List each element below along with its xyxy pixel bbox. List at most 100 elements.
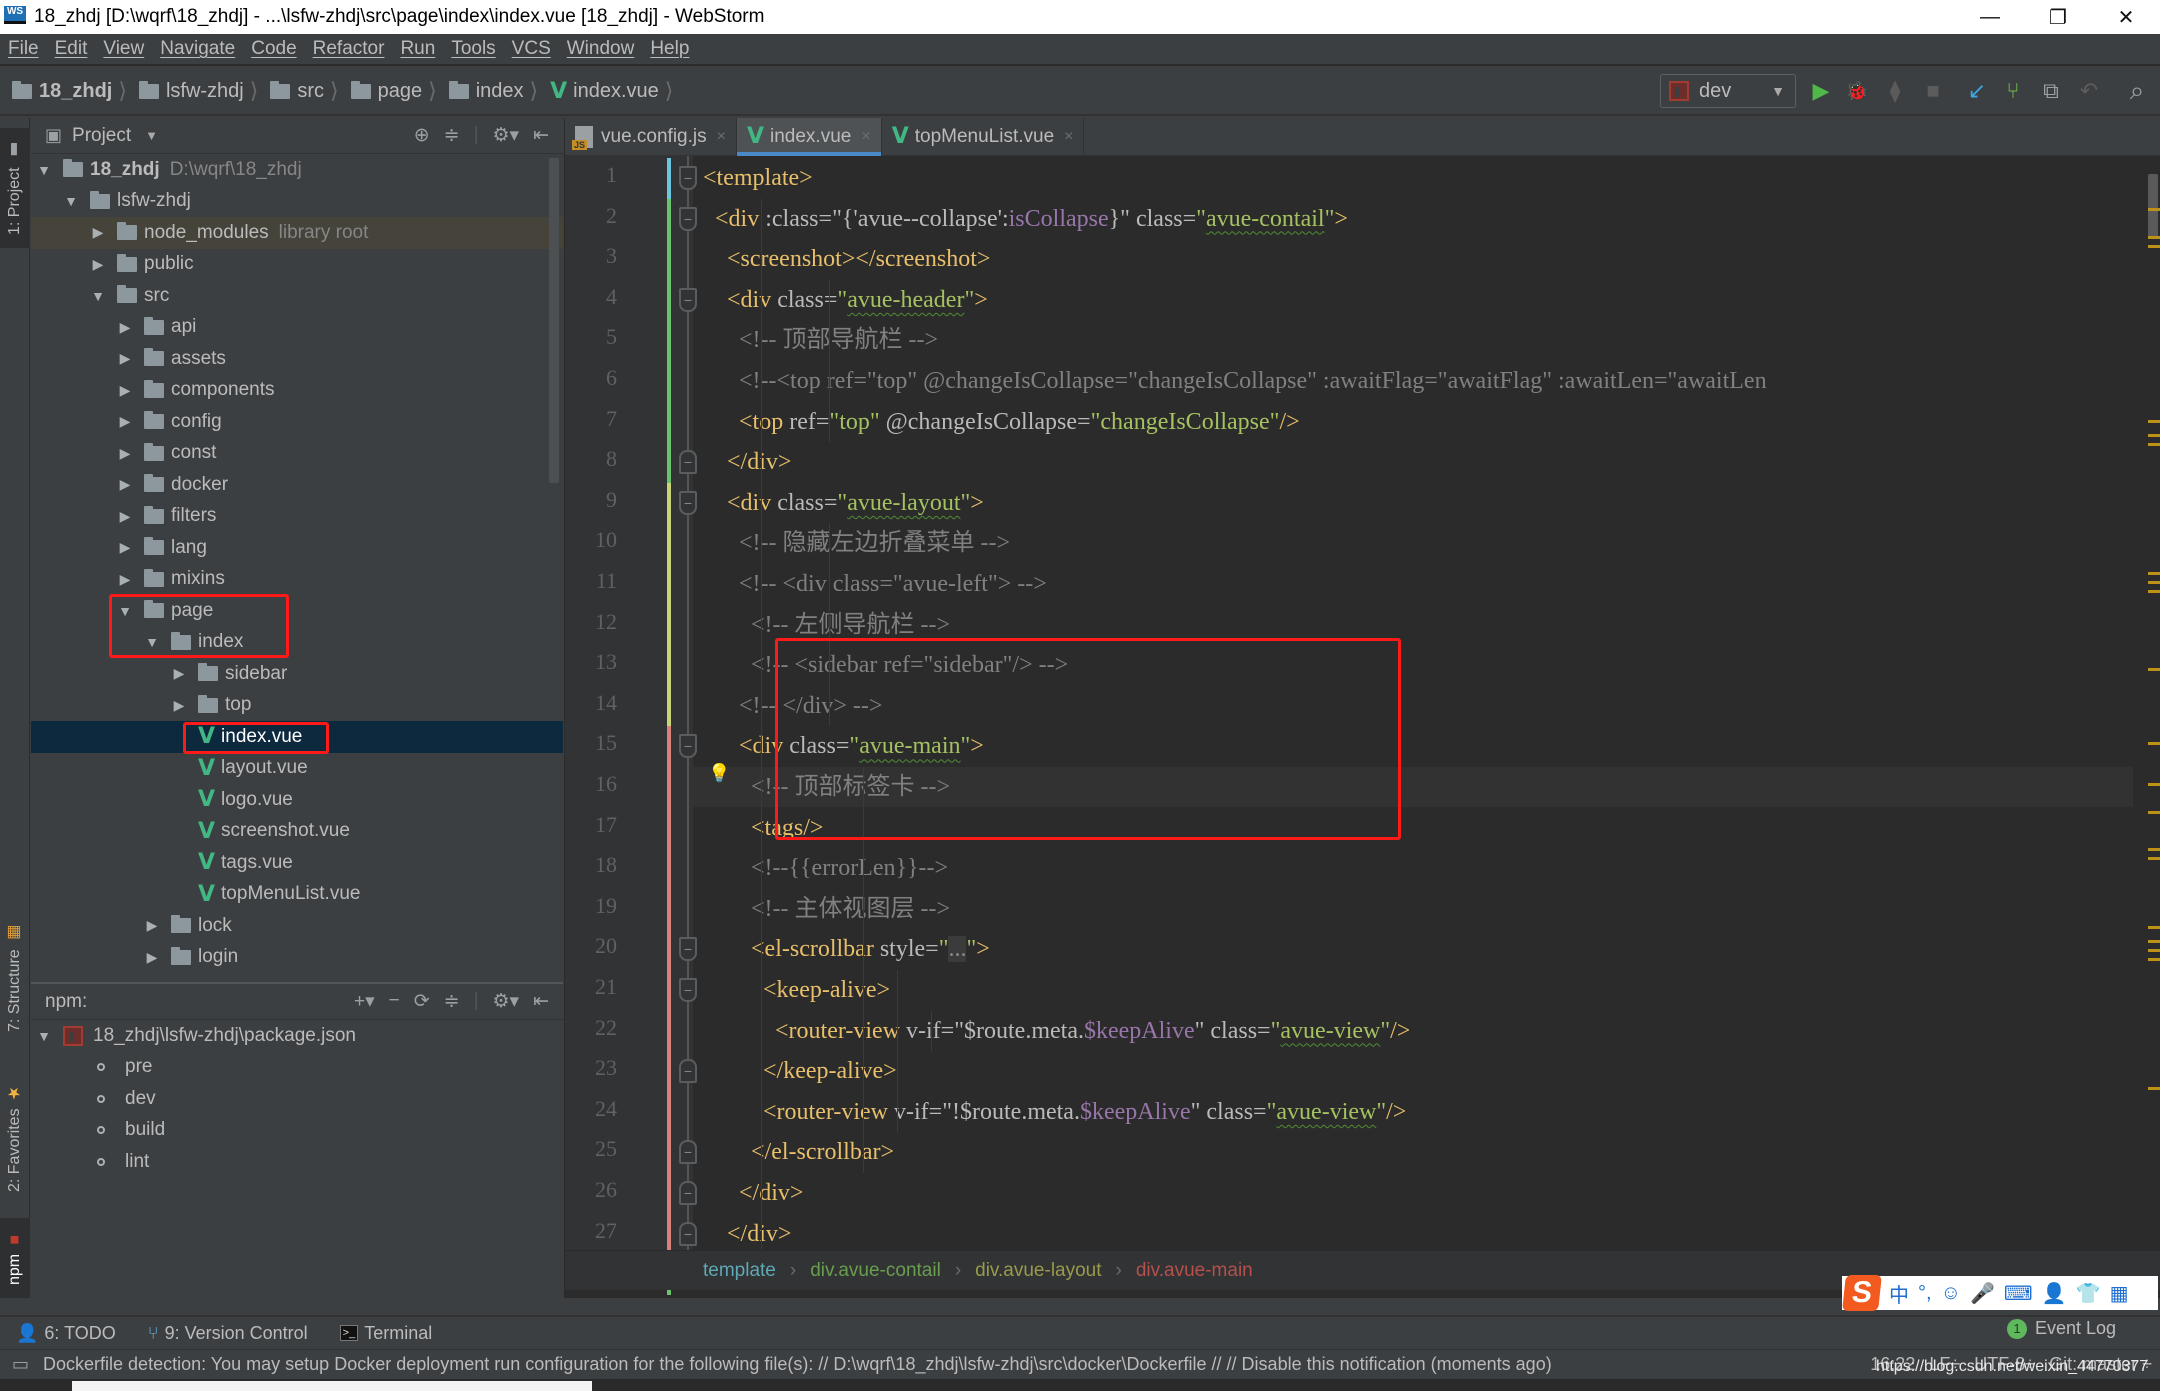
warning-marker[interactable]: [2148, 236, 2160, 239]
code-line[interactable]: </div>: [693, 442, 791, 482]
npm-tool-tab[interactable]: npm ■: [0, 1218, 30, 1298]
tree-item[interactable]: ▶ lang: [31, 532, 563, 564]
code-line[interactable]: <keep-alive>: [693, 970, 890, 1010]
breadcrumb-item[interactable]: 18_zhdj ⟩: [0, 78, 127, 104]
vcs-change-marker[interactable]: [667, 482, 671, 727]
expanded-arrow-icon[interactable]: ▼: [64, 193, 78, 209]
tree-item[interactable]: Vtags.vue: [31, 847, 563, 879]
npm-script-item[interactable]: lint: [31, 1146, 563, 1178]
code-line[interactable]: <!--{{errorLen}}-->: [693, 848, 948, 888]
code-line[interactable]: <!-- 主体视图层 -->: [693, 889, 950, 929]
emoji-icon[interactable]: ☺: [1941, 1282, 1961, 1305]
expanded-arrow-icon[interactable]: ▼: [37, 162, 51, 178]
expanded-arrow-icon[interactable]: ▼: [91, 288, 105, 304]
tree-item[interactable]: Vindex.vue: [31, 721, 563, 753]
stop-icon[interactable]: ■: [1918, 76, 1948, 106]
warning-marker[interactable]: [2148, 958, 2160, 962]
chevron-down-icon[interactable]: ▼: [145, 128, 158, 143]
warning-marker[interactable]: [2148, 208, 2160, 212]
code-line[interactable]: <!--<top ref="top" @changeIsCollapse="ch…: [693, 361, 1767, 401]
warning-marker[interactable]: [2148, 571, 2160, 575]
run-icon[interactable]: ▶: [1806, 76, 1836, 106]
vcs-change-marker[interactable]: [667, 198, 671, 483]
npm-script-item[interactable]: dev: [31, 1083, 563, 1115]
vcs-change-marker[interactable]: [667, 726, 671, 1255]
tree-item[interactable]: VtopMenuList.vue: [31, 879, 563, 911]
code-line[interactable]: <div :class="{'avue--collapse':isCollaps…: [693, 199, 1348, 239]
tree-item[interactable]: ▼ 18_zhdj D:\wqrf\18_zhdj: [31, 154, 563, 186]
hide-panel-icon[interactable]: ⇤: [533, 124, 549, 147]
tool-window-tab-todo[interactable]: 👤 6: TODO: [16, 1323, 116, 1344]
editor-breadcrumb-item[interactable]: div.avue-layout: [975, 1260, 1101, 1282]
code-line[interactable]: <!-- 顶部标签卡 -->: [693, 767, 2133, 807]
toolbox-icon[interactable]: ▦: [2110, 1281, 2129, 1306]
warning-marker[interactable]: [2148, 590, 2160, 594]
search-icon[interactable]: ⌕: [2122, 75, 2152, 106]
code-line[interactable]: </div>: [693, 1173, 803, 1213]
gear-icon[interactable]: ⚙▾: [493, 124, 520, 147]
project-tree-scrollbar[interactable]: [549, 158, 559, 483]
chinese-mode-icon[interactable]: 中: [1889, 1279, 1909, 1308]
code-line[interactable]: <el-scrollbar style="...">: [693, 929, 990, 969]
collapsed-arrow-icon[interactable]: ▶: [118, 350, 132, 367]
close-tab-icon[interactable]: ×: [861, 128, 870, 146]
npm-script-item[interactable]: pre: [31, 1052, 563, 1084]
collapse-all-icon[interactable]: ≑: [444, 124, 460, 147]
event-log-button[interactable]: 1 Event Log: [2006, 1318, 2116, 1339]
warning-marker[interactable]: [2148, 1087, 2160, 1090]
restore-button[interactable]: ❐: [2024, 0, 2092, 34]
skin-icon[interactable]: 👕: [2076, 1281, 2101, 1306]
gear-icon[interactable]: ⚙▾: [493, 990, 520, 1013]
menu-item-vcs[interactable]: VCS: [504, 38, 559, 60]
user-icon[interactable]: 👤: [2042, 1281, 2067, 1306]
collapsed-arrow-icon[interactable]: ▶: [91, 224, 105, 241]
debug-icon[interactable]: 🐞: [1842, 76, 1872, 106]
structure-tool-tab[interactable]: 7: Structure ▦: [0, 918, 30, 1038]
collapsed-arrow-icon[interactable]: ▶: [118, 413, 132, 430]
menu-item-window[interactable]: Window: [559, 38, 643, 60]
hide-panel-icon[interactable]: ⇤: [533, 990, 549, 1013]
breadcrumb-item[interactable]: Vindex.vue ⟩: [538, 78, 673, 104]
tool-window-tab-version-control[interactable]: ⑂ 9: Version Control: [148, 1323, 308, 1344]
code-line[interactable]: </div>: [693, 1214, 791, 1250]
close-button[interactable]: ✕: [2092, 0, 2160, 34]
lightbulb-icon[interactable]: 💡: [708, 763, 730, 784]
tree-item[interactable]: ▶ const: [31, 438, 563, 470]
microphone-icon[interactable]: 🎤: [1970, 1281, 1995, 1306]
tree-item[interactable]: ▶ docker: [31, 469, 563, 501]
collapsed-arrow-icon[interactable]: ▶: [118, 571, 132, 588]
collapsed-arrow-icon[interactable]: ▶: [118, 445, 132, 462]
code-line[interactable]: <router-view v-if="!$route.meta.$keepAli…: [693, 1092, 1406, 1132]
tree-item[interactable]: ▶ public: [31, 249, 563, 281]
menu-item-file[interactable]: File: [0, 38, 47, 60]
vcs-change-marker[interactable]: [667, 158, 671, 199]
editor-breadcrumb-item[interactable]: div.avue-contail: [810, 1260, 941, 1282]
collapsed-arrow-icon[interactable]: ▶: [172, 665, 186, 682]
editor-tab-vue-config-js[interactable]: vue.config.js ×: [565, 118, 737, 155]
favorites-tool-tab[interactable]: 2: Favorites ★: [0, 1078, 30, 1198]
menu-item-help[interactable]: Help: [642, 38, 697, 60]
code-line[interactable]: </keep-alive>: [693, 1051, 897, 1091]
tree-item[interactable]: Vscreenshot.vue: [31, 816, 563, 848]
code-line[interactable]: <!-- <div class="avue-left"> -->: [693, 564, 1047, 604]
toggle-tool-windows-icon[interactable]: ▭: [12, 1354, 29, 1375]
expand-arrow-icon[interactable]: ▼: [37, 1028, 51, 1044]
warning-marker[interactable]: [2148, 433, 2160, 437]
editor-tab-topmenulist-vue[interactable]: VtopMenuList.vue ×: [882, 118, 1085, 155]
breadcrumb-item[interactable]: index ⟩: [437, 78, 538, 104]
menu-item-navigate[interactable]: Navigate: [152, 38, 243, 60]
editor-breadcrumb-item[interactable]: div.avue-main: [1136, 1260, 1253, 1282]
code-line[interactable]: <template>: [693, 158, 813, 198]
vcs-history-icon[interactable]: ⧉: [2036, 76, 2066, 106]
project-view-selector[interactable]: Project: [72, 125, 131, 147]
breadcrumb-item[interactable]: page ⟩: [339, 78, 437, 104]
tree-item[interactable]: ▶ top: [31, 690, 563, 722]
menu-item-tools[interactable]: Tools: [443, 38, 503, 60]
revert-icon[interactable]: ↶: [2074, 76, 2104, 106]
punctuation-icon[interactable]: °,: [1918, 1282, 1932, 1305]
close-tab-icon[interactable]: ×: [717, 128, 726, 146]
collapsed-arrow-icon[interactable]: ▶: [145, 949, 159, 966]
code-line[interactable]: <div class="avue-layout">: [693, 483, 984, 523]
menu-item-run[interactable]: Run: [392, 38, 443, 60]
menu-item-view[interactable]: View: [95, 38, 152, 60]
